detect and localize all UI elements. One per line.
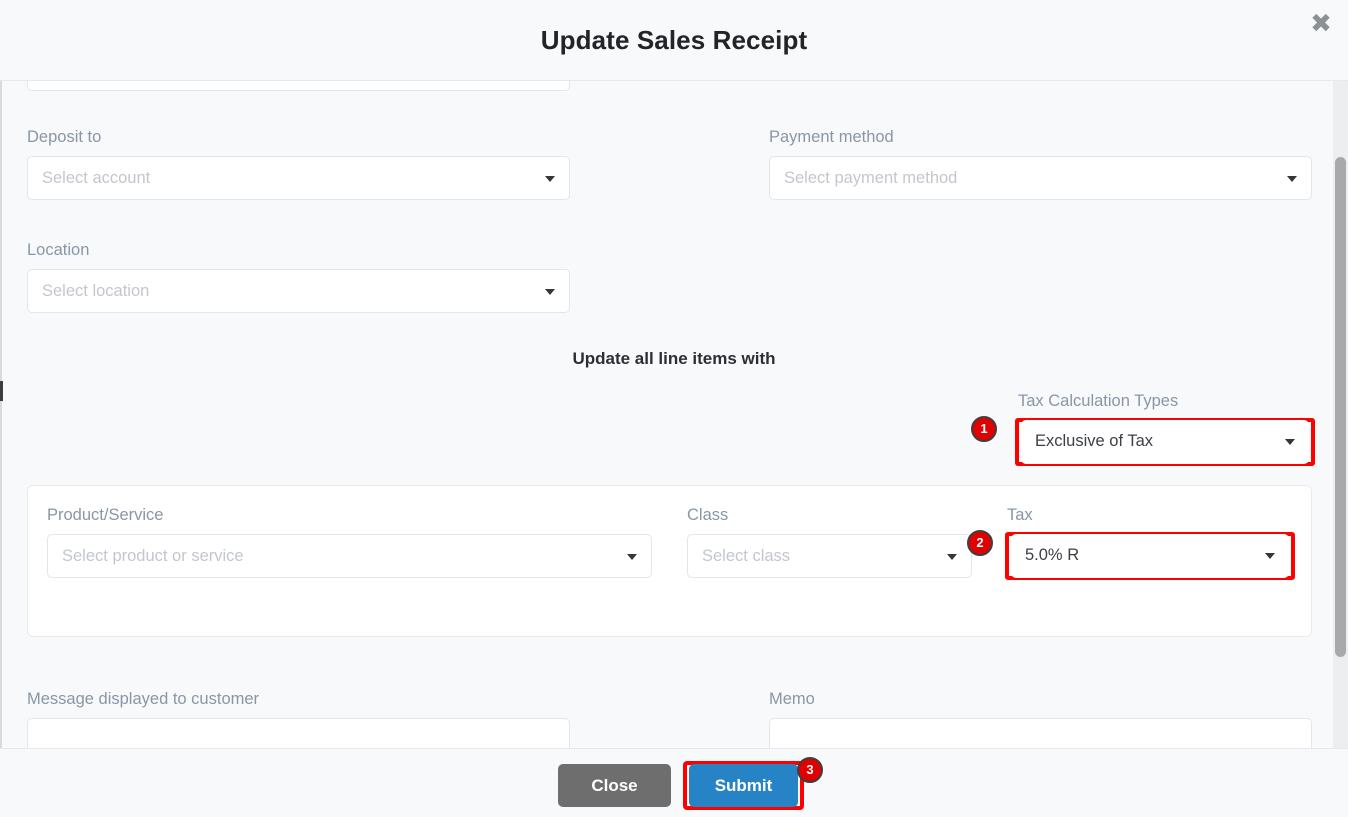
location-label: Location — [27, 241, 90, 259]
class-label: Class — [687, 506, 729, 524]
chevron-down-icon — [545, 176, 555, 182]
tax-calculation-types-select[interactable]: Exclusive of Tax — [1021, 420, 1309, 464]
chevron-down-icon — [1287, 176, 1297, 182]
modal-body: Deposit to Select account Payment method… — [0, 81, 1348, 748]
annotation-badge-2: 2 — [967, 530, 993, 556]
message-displayed-to-customer-label: Message displayed to customer — [27, 690, 260, 708]
product-service-label: Product/Service — [47, 506, 164, 524]
page-title: Update Sales Receipt — [540, 25, 808, 55]
close-icon[interactable]: ✖ — [1306, 10, 1336, 40]
chevron-down-icon — [545, 289, 555, 295]
memo-input[interactable] — [769, 718, 1312, 748]
location-placeholder: Select location — [42, 282, 150, 300]
bulk-update-heading: Update all line items with — [572, 349, 776, 368]
modal-footer: Close Submit — [0, 748, 1348, 817]
payment-method-label: Payment method — [769, 128, 894, 146]
chevron-down-icon — [1265, 553, 1275, 559]
tax-value: 5.0% R — [1025, 546, 1080, 564]
class-select[interactable]: Select class — [687, 534, 972, 578]
scrollbar-thumb[interactable] — [1335, 157, 1346, 657]
deposit-to-label: Deposit to — [27, 128, 102, 146]
payment-method-select[interactable]: Select payment method — [769, 156, 1312, 200]
deposit-to-placeholder: Select account — [42, 169, 151, 187]
submit-button[interactable]: Submit — [689, 764, 798, 807]
chevron-down-icon — [947, 554, 957, 560]
product-service-placeholder: Select product or service — [62, 547, 244, 565]
body-left-edge-marker — [0, 381, 3, 401]
chevron-down-icon — [1285, 439, 1295, 445]
memo-label: Memo — [769, 690, 815, 708]
tax-select[interactable]: 5.0% R — [1011, 534, 1289, 578]
chevron-down-icon — [627, 554, 637, 560]
tax-label: Tax — [1007, 506, 1033, 524]
body-left-edge — [0, 81, 2, 748]
class-placeholder: Select class — [702, 547, 791, 565]
tax-calculation-types-value: Exclusive of Tax — [1035, 432, 1153, 450]
product-service-select[interactable]: Select product or service — [47, 534, 652, 578]
message-displayed-to-customer-input[interactable] — [27, 718, 570, 748]
modal-header: Update Sales Receipt ✖ — [0, 0, 1348, 81]
annotation-badge-1: 1 — [971, 416, 997, 442]
annotation-badge-3: 3 — [797, 757, 823, 783]
update-sales-receipt-modal: Update Sales Receipt ✖ Deposit to Select… — [0, 0, 1348, 817]
vertical-scrollbar[interactable] — [1333, 81, 1348, 748]
location-select[interactable]: Select location — [27, 269, 570, 313]
clipped-field-above[interactable] — [27, 81, 570, 91]
payment-method-placeholder: Select payment method — [784, 169, 958, 187]
close-button[interactable]: Close — [558, 764, 671, 807]
deposit-to-select[interactable]: Select account — [27, 156, 570, 200]
tax-calculation-types-label: Tax Calculation Types — [1018, 392, 1179, 410]
